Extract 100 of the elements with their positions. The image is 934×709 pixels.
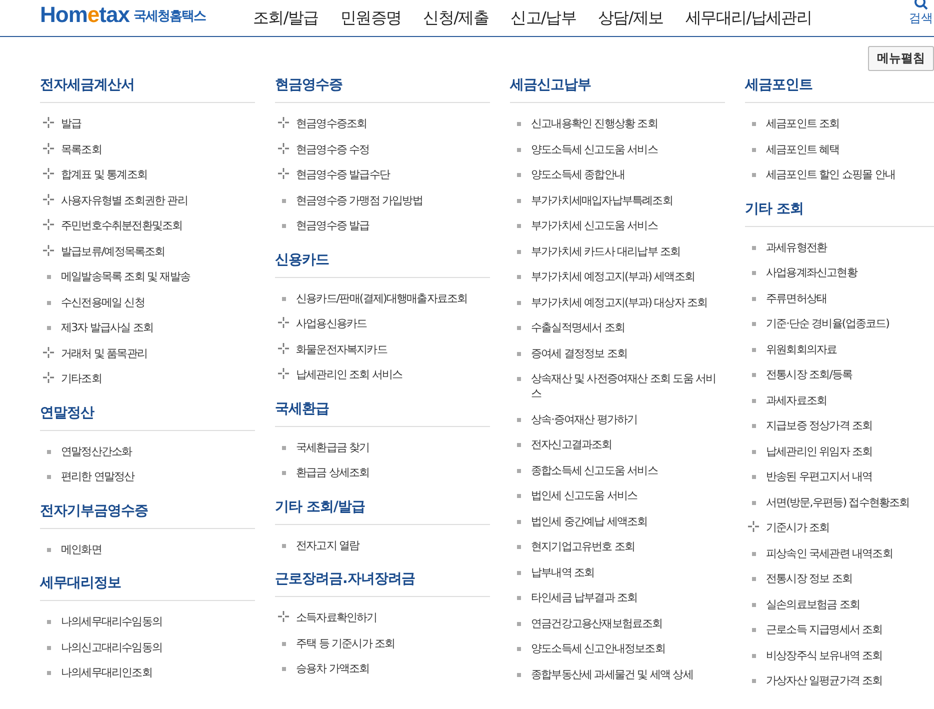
menu-link[interactable]: 세금포인트 조회 xyxy=(745,111,934,136)
menu-link[interactable]: 전통시장 정보 조회 xyxy=(745,566,934,592)
menu-link[interactable]: 제3자 발급사실 조회 xyxy=(40,315,255,340)
menu-link[interactable]: 화물운전자복지카드 xyxy=(275,336,490,362)
menu-link[interactable]: 상속재산 및 사전증여재산 조회 도움 서비스 xyxy=(510,366,725,406)
bullet-icon xyxy=(516,326,520,330)
bullet-icon xyxy=(752,602,756,606)
menu-link[interactable]: 국세환급금 찾기 xyxy=(275,434,490,460)
menu-link[interactable]: 양도소득세 신고도움 서비스 xyxy=(510,136,725,162)
menu-link[interactable]: 실손의료보험금 조회 xyxy=(745,592,934,617)
menu-link[interactable]: 양도소득세 종합안내 xyxy=(510,162,725,188)
menu-link[interactable]: 기준시가 조회 xyxy=(745,515,934,540)
menu-link[interactable]: 위원회회의자료 xyxy=(745,336,934,362)
menu-link[interactable]: 연말정산간소화 xyxy=(40,438,255,464)
menu-link[interactable]: 나의신고대리수임동의 xyxy=(40,634,255,660)
menu-link[interactable]: 부가가치세 카드사 대리납부 조회 xyxy=(510,238,725,264)
menu-link[interactable]: 현지기업고유번호 조회 xyxy=(510,534,725,560)
nav-menu-item[interactable]: 조회/발급 xyxy=(253,8,318,28)
menu-link[interactable]: 전자신고결과조회 xyxy=(510,432,725,458)
menu-link[interactable]: 연금건강고용산재보험료조회 xyxy=(510,610,725,636)
bullet-icon xyxy=(752,373,756,377)
menu-link[interactable]: 신용카드/판매(결제)대행매출자료조회 xyxy=(275,286,490,311)
bullet-icon xyxy=(46,450,50,454)
menu-link[interactable]: 소득자료확인하기 xyxy=(275,605,490,630)
bullet-icon xyxy=(752,173,756,177)
menu-link[interactable]: 피상속인 국세관련 내역조회 xyxy=(745,540,934,566)
nav-menu-item[interactable]: 상담/제보 xyxy=(598,8,664,28)
nav-menu-item[interactable]: 민원증명 xyxy=(340,8,402,28)
menu-link[interactable]: 과세유형전환 xyxy=(745,234,934,260)
menu-link[interactable]: 합계표 및 통계조회 xyxy=(40,162,255,188)
menu-link[interactable]: 가상자산 일평균가격 조회 xyxy=(745,668,934,694)
menu-link[interactable]: 환급금 상세조회 xyxy=(275,460,490,486)
menu-link[interactable]: 수출실적명세서 조회 xyxy=(510,315,725,340)
menu-link[interactable]: 법인세 신고도움 서비스 xyxy=(510,483,725,508)
menu-link[interactable]: 현금영수증조회 xyxy=(275,111,490,136)
menu-link[interactable]: 발급 xyxy=(40,111,255,136)
section-title: 근로장려금.자녀장려금 xyxy=(275,570,490,597)
menu-link[interactable]: 타인세금 납부결과 조회 xyxy=(510,585,725,610)
menu-link[interactable]: 메일발송목록 조회 및 재발송 xyxy=(40,264,255,290)
menu-link[interactable]: 현금영수증 가맹점 가입방법 xyxy=(275,188,490,213)
bullet-icon xyxy=(752,450,756,454)
menu-link[interactable]: 승용차 가액조회 xyxy=(275,656,490,682)
menu-link[interactable]: 나의세무대리수임동의 xyxy=(40,609,255,634)
menu-link[interactable]: 양도소득세 신고안내정보조회 xyxy=(510,636,725,662)
menu-link[interactable]: 현금영수증 발급수단 xyxy=(275,162,490,188)
menu-link[interactable]: 종합소득세 신고도움 서비스 xyxy=(510,458,725,483)
bullet-icon xyxy=(752,628,756,632)
menu-link[interactable]: 현금영수증 수정 xyxy=(275,136,490,162)
menu-link[interactable]: 증여세 결정정보 조회 xyxy=(510,340,725,366)
menu-link[interactable]: 납세관리인 조회 서비스 xyxy=(275,362,490,388)
bullet-icon xyxy=(516,647,520,651)
menu-link[interactable]: 사업용계좌신고현황 xyxy=(745,260,934,286)
menu-link[interactable]: 사용자유형별 조회권한 관리 xyxy=(40,188,255,213)
menu-link[interactable]: 거래처 및 품목관리 xyxy=(40,340,255,366)
menu-link[interactable]: 현금영수증 발급 xyxy=(275,213,490,238)
menu-link[interactable]: 주민번호수취분전환및조회 xyxy=(40,213,255,238)
menu-link[interactable]: 편리한 연말정산 xyxy=(40,464,255,490)
section-title: 신용카드 xyxy=(275,250,490,278)
search-link[interactable]: 검색 xyxy=(908,0,934,27)
menu-link[interactable]: 비상장주식 보유내역 조회 xyxy=(745,642,934,668)
menu-link[interactable]: 법인세 중간예납 세액조회 xyxy=(510,508,725,534)
menu-link[interactable]: 반송된 우편고지서 내역 xyxy=(745,464,934,490)
menu-link[interactable]: 메인화면 xyxy=(40,536,255,562)
nav-menu-item[interactable]: 신청/제출 xyxy=(423,8,489,28)
menu-link[interactable]: 세금포인트 할인 쇼핑몰 안내 xyxy=(745,162,934,188)
menu-link[interactable]: 과세자료조회 xyxy=(745,388,934,413)
menu-link[interactable]: 전통시장 조회/등록 xyxy=(745,362,934,388)
section-title: 연말정산 xyxy=(40,404,255,430)
menu-link[interactable]: 수신전용메일 신청 xyxy=(40,290,255,315)
bullet-icon xyxy=(516,250,520,254)
menu-link[interactable]: 사업용신용카드 xyxy=(275,311,490,336)
expand-menu-button[interactable]: 메뉴펼침 xyxy=(868,46,934,71)
menu-link[interactable]: 발급보류/예정목록조회 xyxy=(40,238,255,264)
menu-link[interactable]: 부가가치세매입자납부특례조회 xyxy=(510,188,725,213)
menu-link[interactable]: 납세관리인 위임자 조회 xyxy=(745,438,934,464)
menu-link[interactable]: 부가가치세 예정고지(부과) 세액조회 xyxy=(510,264,725,290)
menu-link[interactable]: 세금포인트 혜택 xyxy=(745,136,934,162)
menu-link[interactable]: 목록조회 xyxy=(40,136,255,162)
menu-link[interactable]: 기준·단순 경비율(업종코드) xyxy=(745,311,934,336)
menu-link[interactable]: 종합부동산세 과세물건 및 세액 상세 xyxy=(510,662,725,687)
menu-link[interactable]: 근로소득 지급명세서 조회 xyxy=(745,617,934,642)
section-title: 세금포인트 xyxy=(745,76,934,103)
menu-link[interactable]: 서면(방문,우편등) 접수현황조회 xyxy=(745,490,934,515)
menu-link[interactable]: 전자고지 열람 xyxy=(275,532,490,558)
menu-link[interactable]: 상속·증여재산 평가하기 xyxy=(510,406,725,432)
nav-menu-item[interactable]: 신고/납부 xyxy=(510,8,576,28)
plus-icon xyxy=(278,317,289,328)
menu-link[interactable]: 부가가치세 신고도움 서비스 xyxy=(510,213,725,238)
menu-link[interactable]: 신고내용확인 진행상황 조회 xyxy=(510,111,725,136)
menu-link[interactable]: 기타조회 xyxy=(40,366,255,392)
menu-link[interactable]: 주류면허상태 xyxy=(745,286,934,311)
bullet-icon xyxy=(752,398,756,402)
menu-link[interactable]: 납부내역 조회 xyxy=(510,560,725,585)
menu-link[interactable]: 주택 등 기준시가 조회 xyxy=(275,630,490,656)
menu-link[interactable]: 지급보증 정상가격 조회 xyxy=(745,413,934,438)
menu-link[interactable]: 부가가치세 예정고지(부과) 대상자 조회 xyxy=(510,290,725,315)
hometax-logo[interactable]: Hometax xyxy=(40,2,130,28)
menu-link[interactable]: 나의세무대리인조회 xyxy=(40,660,255,686)
nav-menu-item[interactable]: 세무대리/납세관리 xyxy=(685,8,812,28)
bullet-icon xyxy=(752,348,756,352)
